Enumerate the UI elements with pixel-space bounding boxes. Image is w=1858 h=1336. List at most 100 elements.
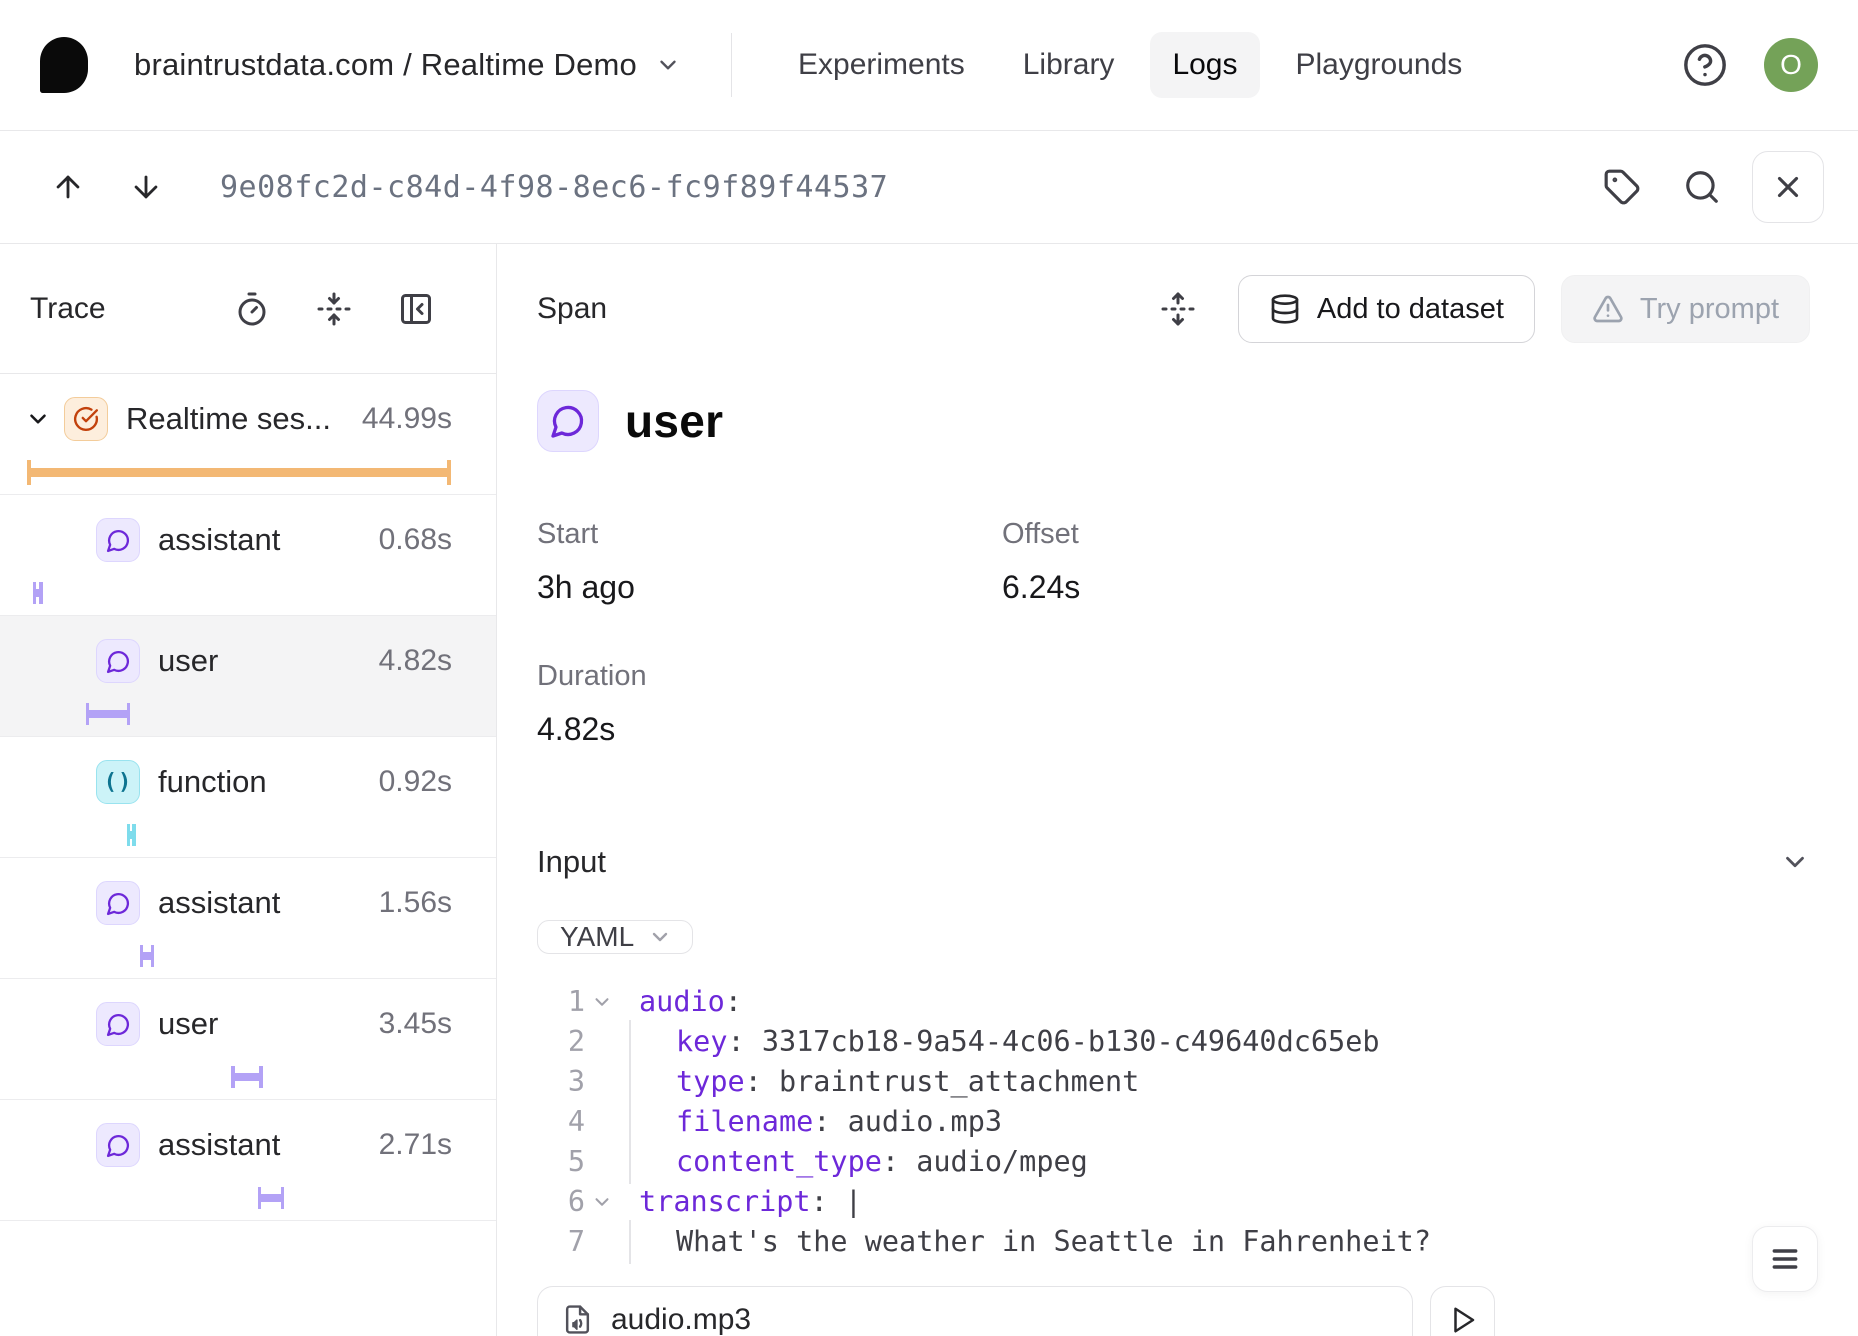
next-trace-button[interactable] (118, 159, 174, 215)
warning-icon (1592, 293, 1624, 325)
trace-span-row-realtime-ses-[interactable]: Realtime ses...44.99s (0, 374, 496, 495)
span-timeline-track (27, 1186, 451, 1210)
span-label: assistant (158, 1127, 365, 1163)
code-line: 7What's the weather in Seattle in Fahren… (537, 1222, 1810, 1262)
line-number: 2 (537, 1022, 585, 1062)
nav-item-library[interactable]: Library (1001, 32, 1137, 98)
attachment-chip[interactable]: audio.mp3 (537, 1286, 1413, 1336)
chat-bubble-icon (96, 639, 140, 683)
expand-all-button[interactable] (1150, 281, 1206, 337)
token-k: content_type (676, 1145, 882, 1178)
nav-item-experiments[interactable]: Experiments (776, 32, 987, 98)
braintrust-logo[interactable] (40, 37, 88, 93)
span-duration: 0.92s (379, 765, 452, 799)
field-label: Duration (537, 660, 1002, 693)
format-selector[interactable]: YAML (537, 920, 693, 954)
span-timeline-track (27, 460, 451, 484)
trace-span-row-assistant[interactable]: assistant1.56s (0, 858, 496, 979)
span-duration: 3.45s (379, 1007, 452, 1041)
arrow-down-icon (129, 170, 163, 204)
line-number: 6 (537, 1182, 585, 1222)
span-timeline-bar (127, 831, 136, 839)
collapse-input-button[interactable] (1780, 847, 1810, 877)
span-fields: Start3h agoOffset6.24sDuration4.82s (537, 518, 1810, 748)
trace-span-row-user[interactable]: user 4.82s (0, 616, 496, 737)
trace-span-row-assistant[interactable]: assistant 0.68s (0, 495, 496, 616)
prev-trace-button[interactable] (40, 159, 96, 215)
help-icon[interactable] (1682, 42, 1728, 88)
fold-caret-icon[interactable] (585, 1191, 619, 1213)
span-duration: 44.99s (362, 402, 452, 436)
code-text: audio: (619, 982, 742, 1022)
code-text: type: braintrust_attachment (619, 1062, 1139, 1102)
span-timeline-bar (27, 468, 451, 477)
field-offset: Offset6.24s (1002, 518, 1810, 606)
fold-vertical-icon (316, 291, 352, 327)
token-p: : (727, 1025, 761, 1058)
close-trace-button[interactable] (1752, 151, 1824, 223)
add-to-dataset-button[interactable]: Add to dataset (1238, 275, 1535, 343)
span-label: assistant (158, 522, 365, 558)
span-duration: 4.82s (379, 644, 452, 678)
token-k: type (676, 1065, 745, 1098)
menu-fab-button[interactable] (1752, 1226, 1818, 1292)
trace-span-row-function[interactable]: ()function0.92s (0, 737, 496, 858)
span-duration: 0.68s (379, 523, 452, 557)
collapse-caret-icon[interactable] (24, 405, 52, 433)
play-audio-button[interactable] (1430, 1286, 1495, 1336)
attachment-filename: audio.mp3 (611, 1303, 751, 1336)
token-v: audio/mpeg (916, 1145, 1088, 1178)
timer-button[interactable] (234, 291, 270, 327)
yaml-code-block[interactable]: 1audio:2key: 3317cb18-9a54-4c06-b130-c49… (537, 982, 1810, 1262)
collapse-panel-button[interactable] (398, 291, 434, 327)
field-value: 6.24s (1002, 569, 1810, 606)
span-timeline-bar (86, 710, 130, 718)
code-text: content_type: audio/mpeg (619, 1142, 1088, 1182)
trace-span-row-user[interactable]: user 3.45s (0, 979, 496, 1100)
try-prompt-button[interactable]: Try prompt (1561, 275, 1810, 343)
trace-toolbar: 9e08fc2d-c84d-4f98-8ec6-fc9f89f44537 (0, 131, 1858, 244)
span-label: user (158, 643, 365, 679)
timer-icon (234, 291, 270, 327)
field-start: Start3h ago (537, 518, 1002, 606)
nav-item-logs[interactable]: Logs (1150, 32, 1259, 98)
field-value: 3h ago (537, 569, 1002, 606)
token-p: : (813, 1105, 847, 1138)
trace-sidebar-header: Trace (0, 244, 496, 374)
trace-span-row-assistant[interactable]: assistant2.71s (0, 1100, 496, 1221)
span-label: user (158, 1006, 365, 1042)
indent-guide (629, 1020, 631, 1064)
try-prompt-label: Try prompt (1640, 293, 1779, 326)
trace-sidebar-icons (234, 291, 434, 327)
attachment-row: audio.mp3 (537, 1286, 1810, 1336)
nav-divider (731, 33, 732, 97)
chat-bubble-icon (96, 881, 140, 925)
span-timeline-bar (33, 589, 43, 597)
span-timeline-bar (140, 952, 154, 960)
avatar[interactable]: O (1764, 38, 1818, 92)
indent-guide (629, 1220, 631, 1264)
collapse-spans-button[interactable] (316, 291, 352, 327)
span-timeline-bar (258, 1194, 285, 1202)
nav-item-playgrounds[interactable]: Playgrounds (1274, 32, 1485, 98)
token-v: braintrust_attachment (779, 1065, 1139, 1098)
input-section-header: Input (537, 844, 1810, 880)
span-timeline-track (27, 944, 451, 968)
trace-id: 9e08fc2d-c84d-4f98-8ec6-fc9f89f44537 (220, 170, 888, 205)
indent-guide (629, 1060, 631, 1104)
fold-caret-icon[interactable] (585, 991, 619, 1013)
trace-panel-title: Trace (30, 292, 106, 326)
field-duration: Duration4.82s (537, 660, 1002, 748)
close-icon (1771, 170, 1805, 204)
search-button[interactable] (1672, 157, 1732, 217)
content: Trace Realtime ses...44.99s assistant 0.68… (0, 244, 1858, 1336)
chat-bubble-icon (537, 390, 599, 452)
format-selector-value: YAML (560, 921, 634, 953)
tag-button[interactable] (1592, 157, 1652, 217)
span-timeline-track (27, 702, 451, 726)
line-number: 4 (537, 1102, 585, 1142)
chat-bubble-icon (96, 518, 140, 562)
project-switcher[interactable]: braintrustdata.com / Realtime Demo (134, 47, 681, 83)
chevron-down-icon (1780, 847, 1810, 877)
code-text: What's the weather in Seattle in Fahrenh… (619, 1222, 1431, 1262)
